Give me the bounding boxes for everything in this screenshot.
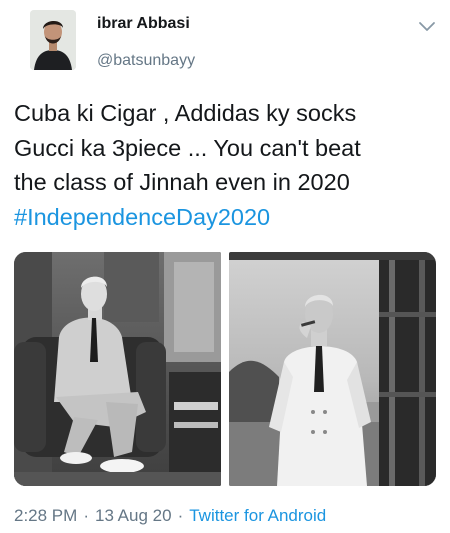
user-handle[interactable]: @batsunbayy (97, 52, 195, 70)
avatar[interactable] (30, 10, 76, 70)
media-grid (14, 252, 436, 486)
chevron-down-icon[interactable] (416, 18, 438, 36)
meta-separator: · (177, 506, 184, 525)
tweet-meta: 2:28 PM · 13 Aug 20 · Twitter for Android (14, 506, 326, 526)
avatar-image (30, 10, 76, 70)
tweet-text-line: Cuba ki Cigar , Addidas ky socks (14, 100, 357, 126)
meta-separator: · (83, 506, 89, 525)
photo-seated-portrait[interactable] (14, 252, 221, 486)
tweet-text: Cuba ki Cigar , Addidas ky socks Gucci k… (14, 96, 439, 234)
tweet-text-line: the class of Jinnah even in 2020 (14, 169, 350, 195)
tweet-text-line: Gucci ka 3piece ... You can't beat (14, 134, 361, 161)
tweet-date[interactable]: 13 Aug 20 (95, 506, 172, 525)
display-name[interactable]: ibrar Abbasi (97, 15, 190, 33)
hashtag-link[interactable]: #IndependenceDay2020 (14, 200, 439, 235)
source-link[interactable]: Twitter for Android (189, 506, 326, 525)
photo-standing-portrait[interactable] (229, 252, 436, 486)
tweet-time[interactable]: 2:28 PM (14, 506, 77, 525)
